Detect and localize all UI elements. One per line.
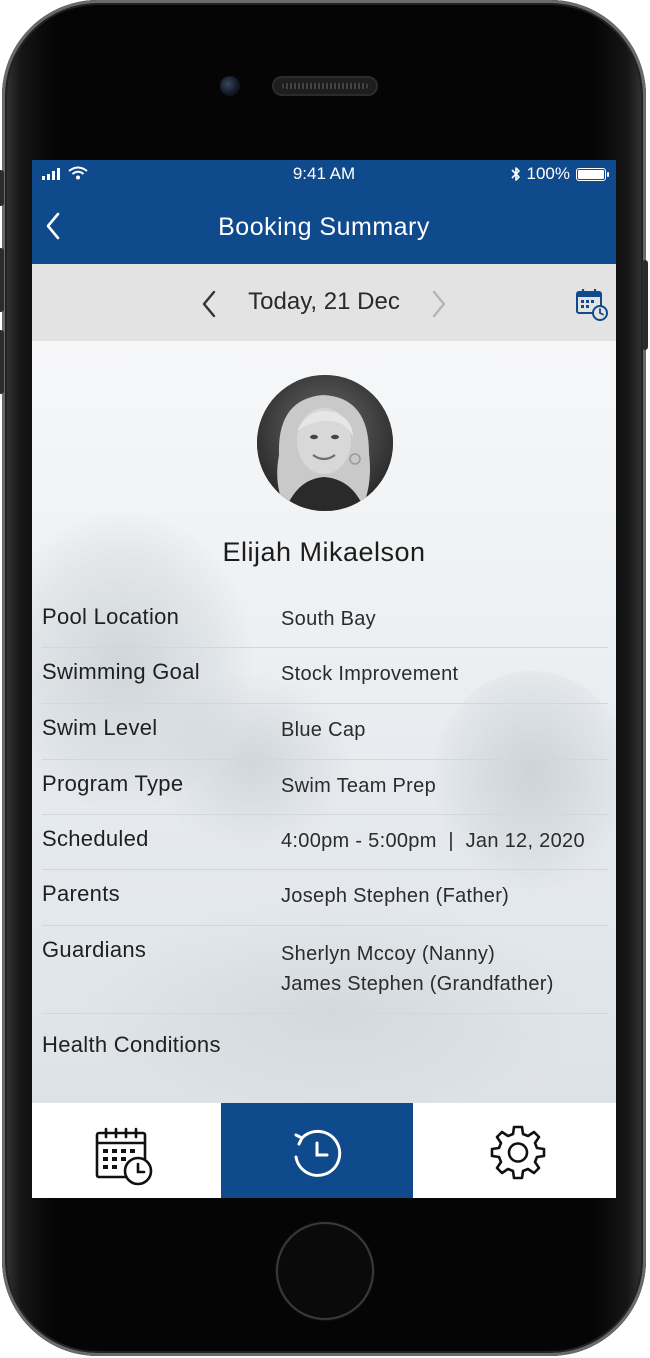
earpiece-speaker — [272, 76, 378, 96]
detail-row-program-type: Program Type Swim Team Prep — [42, 760, 608, 815]
detail-value: Joseph Stephen (Father) — [281, 885, 510, 907]
detail-label: Pool Location — [42, 604, 180, 629]
chevron-right-icon — [432, 290, 446, 318]
chevron-left-icon — [202, 290, 216, 318]
detail-row-guardians: Guardians Sherlyn Mccoy (Nanny) James St… — [42, 926, 608, 1014]
detail-value-list: Sherlyn Mccoy (Nanny) James Stephen (Gra… — [281, 939, 554, 999]
battery-percent: 100% — [526, 164, 570, 183]
battery-icon — [576, 167, 609, 181]
page-title: Booking Summary — [218, 213, 430, 241]
front-camera — [220, 76, 240, 96]
app-screen: 9:41 AM 100% Booking Summary Today, 21 D… — [32, 160, 616, 1198]
history-icon — [294, 1129, 342, 1177]
bottom-tab-bar — [32, 1103, 616, 1198]
details-list: Pool Location South Bay Swimming Goal St… — [32, 593, 616, 1076]
detail-value: South Bay — [281, 608, 376, 630]
detail-value: Swim Team Prep — [281, 775, 436, 797]
previous-day-button[interactable] — [196, 288, 222, 320]
guardian-name: James Stephen (Grandfather) — [281, 973, 554, 995]
detail-value: Blue Cap — [281, 719, 366, 741]
date-navigator: Today, 21 Dec — [32, 264, 616, 341]
avatar — [257, 375, 393, 511]
profile-name: Elijah Mikaelson — [222, 537, 426, 567]
home-button[interactable] — [276, 1222, 374, 1320]
calendar-picker-button[interactable] — [575, 287, 609, 321]
detail-label: Guardians — [42, 937, 147, 962]
detail-label: Swimming Goal — [42, 659, 200, 684]
detail-label: Parents — [42, 881, 120, 906]
detail-label: Scheduled — [42, 826, 149, 851]
detail-row-parents: Parents Joseph Stephen (Father) — [42, 870, 608, 926]
power-button — [642, 260, 648, 350]
tab-schedule[interactable] — [32, 1103, 221, 1198]
detail-value: 4:00pm - 5:00pm | Jan 12, 2020 — [281, 830, 585, 852]
calendar-clock-icon — [576, 289, 608, 321]
mute-switch — [0, 170, 4, 206]
detail-value: Stock Improvement — [281, 663, 459, 685]
detail-row-health-conditions: Health Conditions — [42, 1014, 608, 1076]
current-date-label: Today, 21 Dec — [248, 288, 400, 315]
detail-row-pool-location: Pool Location South Bay — [42, 593, 608, 648]
bluetooth-icon — [510, 167, 520, 181]
detail-label: Swim Level — [42, 715, 158, 740]
detail-label: Program Type — [42, 771, 184, 796]
detail-label: Health Conditions — [42, 1032, 221, 1057]
detail-row-swim-level: Swim Level Blue Cap — [42, 704, 608, 760]
gear-icon — [490, 1125, 546, 1180]
detail-row-swimming-goal: Swimming Goal Stock Improvement — [42, 648, 608, 704]
tab-history[interactable] — [221, 1103, 413, 1198]
booking-details-panel: Elijah Mikaelson Pool Location South Bay… — [32, 341, 616, 1103]
guardian-name: Sherlyn Mccoy (Nanny) — [281, 943, 496, 965]
status-bar: 9:41 AM 100% — [32, 160, 616, 188]
header-bar: Booking Summary — [32, 188, 616, 264]
volume-down-button — [0, 330, 4, 394]
detail-row-scheduled: Scheduled 4:00pm - 5:00pm | Jan 12, 2020 — [42, 815, 608, 870]
next-day-button[interactable] — [426, 288, 452, 320]
calendar-schedule-icon — [95, 1127, 153, 1186]
profile-photo — [257, 375, 393, 511]
volume-up-button — [0, 248, 4, 312]
tab-settings[interactable] — [413, 1103, 616, 1198]
